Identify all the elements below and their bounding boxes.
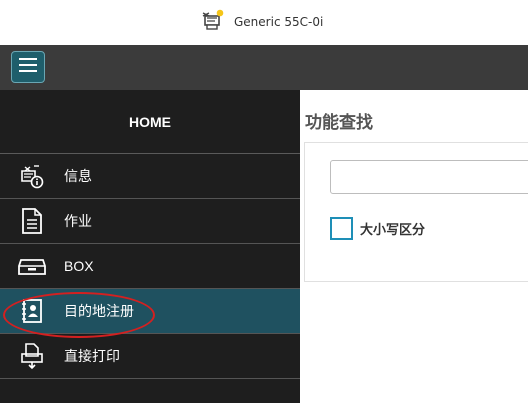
sidebar-item-direct-print[interactable]: 直接打印 xyxy=(0,334,300,379)
toolbar xyxy=(0,45,528,90)
sidebar-item-label: 作业 xyxy=(64,213,92,229)
case-sensitive-label: 大小写区分 xyxy=(360,222,426,237)
case-sensitive-checkbox[interactable] xyxy=(330,217,353,240)
function-search-panel: 大小写区分 xyxy=(304,142,528,282)
page-title: 功能查找 xyxy=(305,113,373,132)
sidebar-item-box[interactable]: BOX xyxy=(0,244,300,289)
printer-info-icon xyxy=(0,161,64,191)
home-label: HOME xyxy=(129,113,171,130)
printer-icon xyxy=(200,7,226,38)
hamburger-menu-icon xyxy=(19,57,37,77)
menu-button[interactable] xyxy=(11,51,45,83)
direct-print-icon xyxy=(0,341,64,371)
document-icon xyxy=(0,206,64,236)
sidebar-item-destination-register[interactable]: 目的地注册 xyxy=(0,289,300,338)
main-content: 功能查找 大小写区分 xyxy=(300,90,528,403)
sidebar-item-label: 信息 xyxy=(64,168,92,184)
box-tray-icon xyxy=(0,255,64,277)
device-name: Generic 55C-0i xyxy=(234,15,324,29)
top-bar: Generic 55C-0i xyxy=(0,0,528,45)
address-book-icon xyxy=(0,297,64,325)
sidebar-item-jobs[interactable]: 作业 xyxy=(0,199,300,244)
sidebar-home[interactable]: HOME xyxy=(0,90,300,154)
sidebar-item-label: 目的地注册 xyxy=(64,303,134,319)
case-sensitive-option[interactable]: 大小写区分 xyxy=(330,217,425,240)
sidebar-item-label: BOX xyxy=(64,258,94,274)
device-indicator: Generic 55C-0i xyxy=(200,8,323,36)
search-input[interactable] xyxy=(330,160,528,194)
sidebar: HOME 信息 作业 BOX 目的地注册 直接打印 xyxy=(0,90,300,403)
sidebar-item-info[interactable]: 信息 xyxy=(0,154,300,199)
sidebar-item-label: 直接打印 xyxy=(64,348,120,364)
